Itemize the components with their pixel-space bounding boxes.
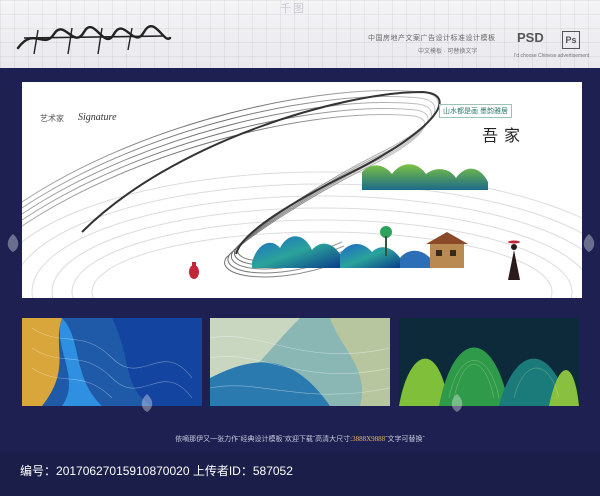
leaf-watermark-icon bbox=[7, 234, 19, 252]
poster-slogan: 山水都是画 墨韵雅居 bbox=[439, 104, 512, 118]
ps-badge-icon: Ps bbox=[562, 31, 580, 49]
header-tagline-cn-secondary: 中文模板 · 可替换文字 bbox=[418, 49, 478, 55]
leaf-watermark-icon bbox=[451, 394, 463, 412]
header-strip: 千图 中国房地产文案广告设计标准设计模板 中文模板 · 可替换文字 PSD Ps… bbox=[0, 0, 600, 68]
leaf-watermark-icon bbox=[141, 394, 153, 412]
description-caption: 依嘀那伊又一张力作˜经典设计模板˜欢迎下载˜高清大尺寸:3888X9888˜文字… bbox=[0, 434, 600, 444]
poster-title: 吾家 bbox=[482, 128, 527, 145]
footer-info: 编号：20170627015910870020 上传者ID：587052 bbox=[20, 462, 293, 479]
header-tagline-cn: 中国房地产文案广告设计标准设计模板 bbox=[368, 35, 496, 42]
detail-thumbnail-3[interactable] bbox=[399, 318, 579, 406]
psd-label: PSD bbox=[517, 30, 544, 45]
caption-size: 3888X9888 bbox=[352, 435, 386, 443]
header-tagline-en: I'd choose Chinese advertisement bbox=[514, 53, 590, 59]
brand-name-cn: 艺术家 bbox=[40, 114, 64, 123]
signature-logo bbox=[16, 24, 172, 55]
id-label: 编号： bbox=[20, 464, 57, 478]
header-watermark: 千图 bbox=[280, 3, 306, 15]
id-value: 20170627015910870020 bbox=[56, 464, 190, 478]
main-poster-preview[interactable]: 艺术家 Signature 山水都是画 墨韵雅居 吾家 bbox=[22, 82, 582, 298]
brand-script: Signature bbox=[78, 112, 117, 123]
caption-text-before: 依嘀那伊又一张力作˜经典设计模板˜欢迎下载˜高清大尺寸: bbox=[175, 435, 353, 443]
detail-thumbnail-1[interactable] bbox=[22, 318, 202, 406]
thumbnail-art-teal bbox=[210, 318, 390, 406]
caption-text-after: ˜文字可替换˜ bbox=[385, 435, 425, 443]
uploader-label: 上传者ID： bbox=[192, 464, 253, 478]
thumbnail-art-green bbox=[399, 318, 579, 406]
leaf-watermark-icon bbox=[141, 90, 153, 108]
leaf-watermark-icon bbox=[583, 234, 595, 252]
thumbnail-art-blue bbox=[22, 318, 202, 406]
detail-thumbnail-2[interactable] bbox=[210, 318, 390, 406]
uploader-value: 587052 bbox=[252, 464, 293, 478]
